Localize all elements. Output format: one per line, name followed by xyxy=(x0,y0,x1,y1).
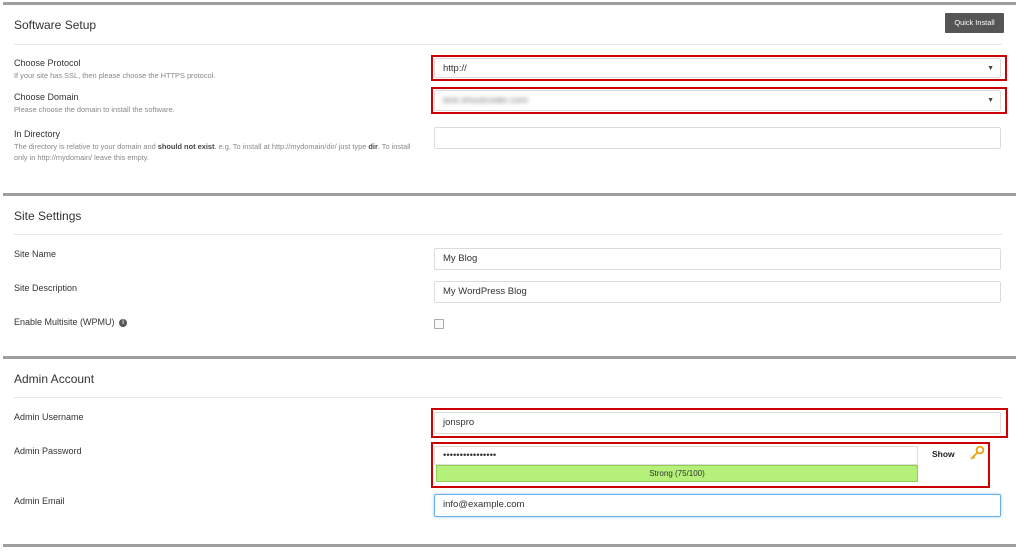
site-settings-panel: Site Settings xyxy=(3,193,1016,359)
site-description-input[interactable]: My WordPress Blog xyxy=(434,281,1001,303)
highlight-username xyxy=(431,408,1008,438)
multisite-checkbox[interactable] xyxy=(434,319,444,329)
choose-protocol-hint: If your site has SSL, then please choose… xyxy=(14,71,216,80)
site-settings-title: Site Settings xyxy=(14,209,82,223)
choose-domain-label: Choose Domain xyxy=(14,92,79,102)
highlight-protocol xyxy=(431,55,1007,81)
site-description-label: Site Description xyxy=(14,283,78,293)
choose-protocol-label: Choose Protocol xyxy=(14,58,81,68)
highlight-domain xyxy=(431,87,1007,114)
site-name-input[interactable]: My Blog xyxy=(434,248,1001,270)
panel-divider xyxy=(14,234,1002,235)
admin-account-title: Admin Account xyxy=(14,372,95,386)
panel-divider xyxy=(14,44,1002,45)
info-icon[interactable]: i xyxy=(119,318,128,327)
highlight-password xyxy=(431,442,990,488)
software-setup-title: Software Setup xyxy=(14,18,97,32)
panel-divider xyxy=(3,544,1016,547)
in-directory-label: In Directory xyxy=(14,129,61,139)
admin-password-label: Admin Password xyxy=(14,446,82,456)
site-name-label: Site Name xyxy=(14,249,57,259)
multisite-label: Enable Multisite (WPMU) i xyxy=(14,317,128,327)
quick-install-button[interactable]: Quick Install xyxy=(945,13,1004,33)
admin-username-label: Admin Username xyxy=(14,412,84,422)
in-directory-hint: The directory is relative to your domain… xyxy=(14,142,411,162)
panel-divider xyxy=(14,397,1002,398)
admin-email-input[interactable]: info@example.com xyxy=(434,494,1001,517)
directory-input[interactable] xyxy=(434,127,1001,149)
choose-domain-hint: Please choose the domain to install the … xyxy=(14,105,175,114)
admin-email-label: Admin Email xyxy=(14,496,65,506)
